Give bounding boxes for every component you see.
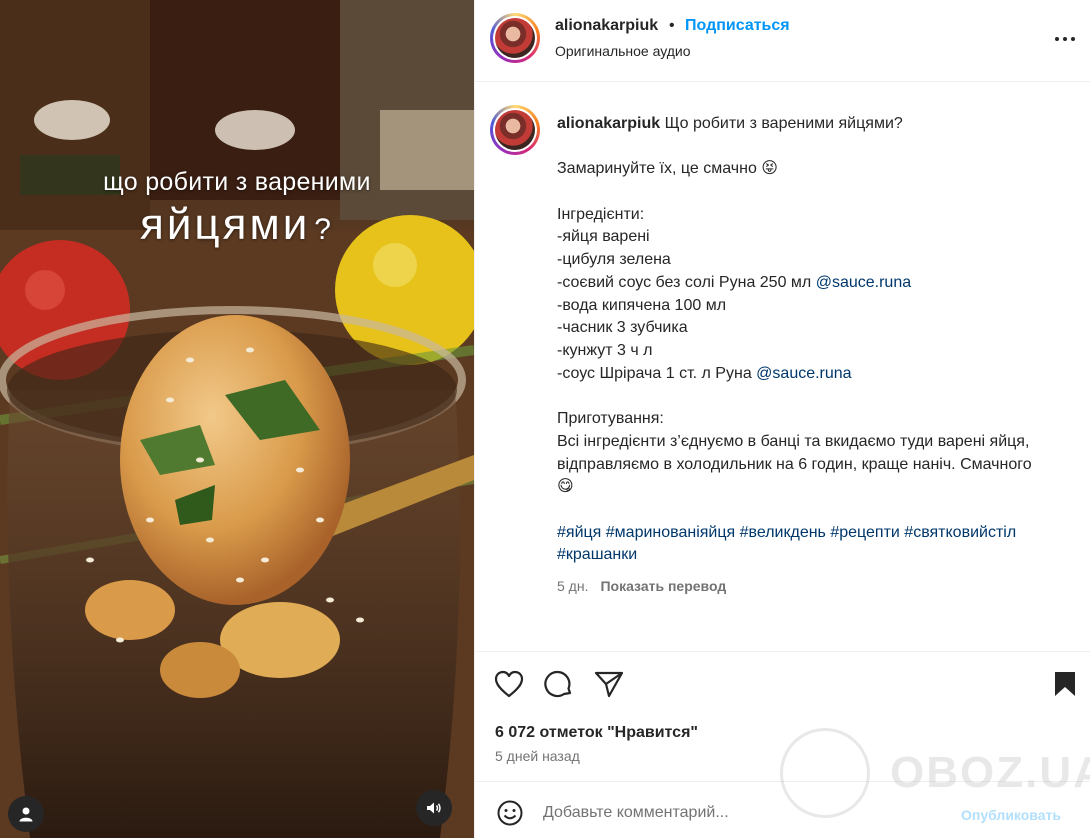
sound-toggle-button[interactable] [416, 790, 452, 826]
watermark-text: OBOZ.UA [890, 748, 1090, 797]
post-time[interactable]: 5 дней назад [495, 748, 580, 764]
media-title-line2: яйцями? [0, 200, 474, 250]
comment-icon [544, 670, 572, 698]
caption-avatar[interactable] [490, 105, 540, 155]
bookmark-icon [1055, 672, 1075, 696]
mention-link[interactable]: @sauce.runa [816, 274, 911, 291]
separator-dot: • [669, 17, 675, 34]
speaker-icon [427, 802, 441, 814]
more-options-button[interactable] [1053, 27, 1077, 51]
tagged-users-button[interactable] [8, 796, 44, 832]
comment-input[interactable]: Добавьте комментарий... [543, 804, 729, 822]
watermark: OBOZ.UA [780, 728, 1090, 818]
username-link[interactable]: alionakarpiuk [555, 17, 658, 35]
user-icon [19, 807, 33, 822]
caption-username[interactable]: alionakarpiuk [557, 115, 660, 132]
translate-button[interactable]: Показать перевод [600, 578, 726, 594]
mention-link[interactable]: @sauce.runa [756, 365, 851, 382]
watermark-globe-icon [780, 728, 870, 818]
likes-count[interactable]: 6 072 отметок "Нравится" [495, 724, 698, 742]
paper-plane-icon [594, 671, 624, 698]
post-header: alionakarpiuk • Подписаться Оригинальное… [475, 0, 1090, 82]
hashtags[interactable]: #яйця #маринованіяйця #великдень #рецепт… [557, 522, 1077, 545]
emoji-button[interactable] [495, 798, 525, 828]
audio-link[interactable]: Оригинальное аудио [555, 43, 691, 59]
food-photo [0, 0, 474, 838]
save-button[interactable] [1049, 668, 1081, 700]
more-horizontal-icon [1055, 37, 1075, 41]
share-button[interactable] [593, 668, 625, 700]
heart-icon [494, 670, 524, 698]
smiley-icon [497, 800, 523, 826]
comment-button[interactable] [543, 668, 575, 700]
caption-time[interactable]: 5 дн. [557, 578, 588, 594]
post-panel: alionakarpiuk • Подписаться Оригинальное… [474, 0, 1090, 838]
caption-meta: 5 дн. Показать перевод [557, 575, 1077, 598]
post-media[interactable]: що робити з вареними яйцями? [0, 0, 474, 838]
hashtags[interactable]: #крашанки [557, 544, 1077, 567]
media-title-word: яйцями [140, 200, 311, 249]
follow-button[interactable]: Подписаться [685, 17, 790, 35]
caption-text: alionakarpiuk Що робити з вареними яйцям… [557, 113, 1077, 598]
media-title-line1: що робити з вареними [103, 168, 371, 196]
media-title-mark: ? [314, 213, 334, 246]
avatar[interactable] [490, 13, 540, 63]
like-button[interactable] [493, 668, 525, 700]
